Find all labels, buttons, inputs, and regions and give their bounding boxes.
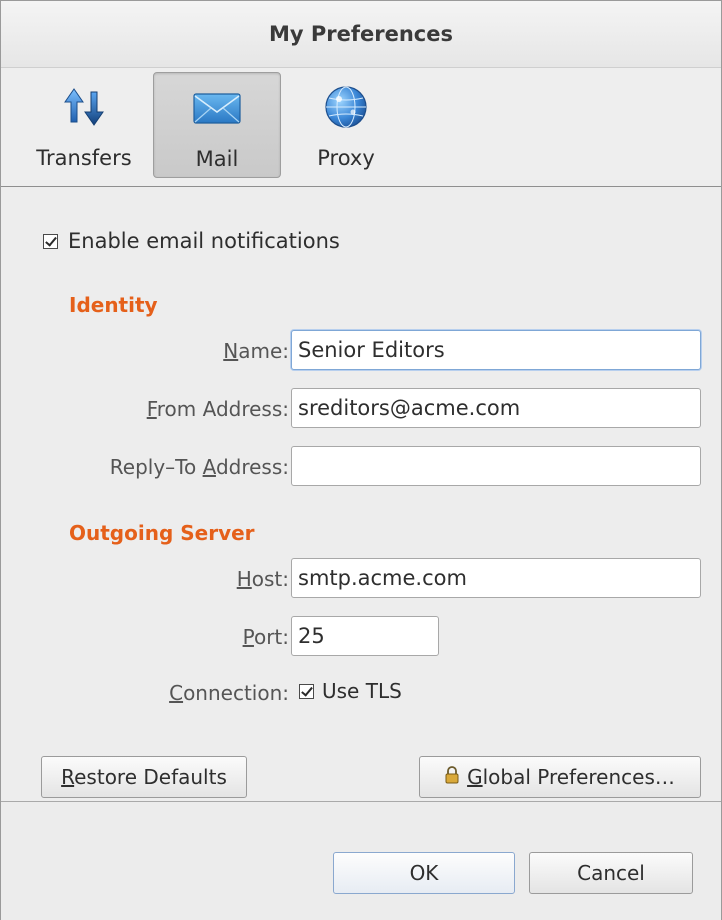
tab-transfers-label: Transfers: [36, 146, 132, 170]
category-toolbar: Transfers Mail Proxy: [1, 68, 721, 187]
ok-button[interactable]: OK: [333, 852, 515, 894]
ok-label: OK: [409, 861, 439, 885]
reply-to-address-label: Reply–To Address:: [109, 455, 289, 479]
preferences-dialog: My Preferences Transfers Mail Proxy Enab…: [0, 0, 722, 920]
name-field[interactable]: [291, 330, 701, 370]
from-address-field[interactable]: [291, 388, 701, 428]
cancel-label: Cancel: [577, 861, 645, 885]
from-address-label: From Address:: [146, 397, 289, 421]
reply-to-address-field[interactable]: [291, 446, 701, 486]
restore-defaults-label: Restore Defaults: [61, 765, 227, 789]
name-label: Name:: [223, 339, 289, 363]
restore-defaults-button[interactable]: Restore Defaults: [41, 756, 247, 798]
tab-transfers[interactable]: Transfers: [25, 72, 143, 178]
email-notifications-label: Enable email notifications: [68, 229, 340, 253]
title-bar: My Preferences: [1, 1, 721, 68]
transfers-icon: [61, 82, 107, 132]
host-label: Host:: [236, 567, 289, 591]
window-title: My Preferences: [268, 22, 453, 46]
tab-mail[interactable]: Mail: [153, 72, 281, 178]
tab-proxy[interactable]: Proxy: [291, 72, 401, 178]
tab-mail-label: Mail: [195, 147, 239, 171]
use-tls-label: Use TLS: [322, 679, 402, 703]
identity-heading: Identity: [69, 293, 158, 317]
email-notifications-row[interactable]: Enable email notifications: [43, 229, 340, 253]
tab-proxy-label: Proxy: [317, 146, 375, 170]
port-label: Port:: [242, 625, 289, 649]
mail-icon: [192, 83, 242, 133]
global-preferences-button[interactable]: Global Preferences…: [419, 756, 701, 798]
email-notifications-checkbox[interactable]: [43, 233, 58, 249]
connection-label: Connection:: [169, 681, 289, 705]
global-preferences-label: Global Preferences…: [467, 765, 675, 789]
outgoing-server-heading: Outgoing Server: [69, 521, 255, 545]
dialog-action-bar: OK Cancel: [1, 801, 721, 920]
port-field[interactable]: [291, 616, 439, 656]
use-tls-row[interactable]: Use TLS: [299, 679, 402, 703]
use-tls-checkbox[interactable]: [299, 683, 314, 699]
cancel-button[interactable]: Cancel: [529, 852, 693, 894]
mail-settings-panel: Enable email notifications Identity Name…: [1, 187, 721, 801]
host-field[interactable]: [291, 558, 701, 598]
lock-icon: [445, 765, 459, 789]
globe-icon: [323, 82, 369, 132]
